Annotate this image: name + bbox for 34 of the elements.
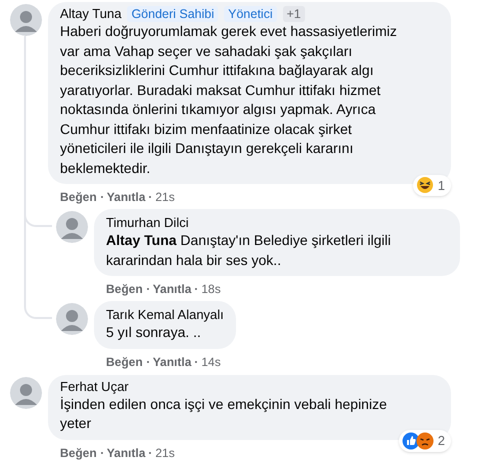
reaction-badge[interactable]: 1 [412,174,451,196]
role-badge: Yönetici [224,6,277,22]
angry-face-icon [416,432,434,450]
author-name[interactable]: Timurhan Dilci [106,215,448,231]
action-link[interactable]: Beğen [106,282,143,296]
timestamp[interactable]: 21s [155,446,175,460]
reaction-count: 2 [438,432,446,450]
reaction-count: 1 [438,176,446,194]
comment-text: Altay Tuna Danıştay'ın Belediye şirketleri ilgili kararindan hala bir ses yok.. [106,231,392,270]
author-name[interactable]: Ferhat Uçar [60,378,129,394]
timestamp[interactable]: 18s [201,282,221,296]
timestamp[interactable]: 21s [155,190,175,204]
reaction-badge[interactable]: 2 [398,430,451,452]
action-link[interactable]: Yanıtla [152,354,192,368]
timestamp[interactable]: 14s [201,354,221,368]
comment-text: İşinden edilen onca işçi ve emekçinin vebali hepinize yeter [60,394,388,433]
action-link[interactable]: Yanıtla [106,446,146,460]
comment-text: 5 yıl sonraya. .. [106,323,202,342]
author-name[interactable]: Altay Tuna [60,6,122,22]
avatar[interactable] [56,211,88,243]
avatar[interactable] [10,4,42,36]
laughing-face-icon [416,176,434,194]
thumbs-up-icon [402,432,420,450]
action-link[interactable]: Beğen [106,354,143,368]
avatar[interactable] [10,376,42,408]
author-name[interactable]: Tarık Kemal Alanyalı [106,307,224,323]
role-badge: Gönderi Sahibi [127,6,218,22]
action-link[interactable]: Yanıtla [106,190,146,204]
action-link[interactable]: Beğen [60,190,97,204]
role-badge: +1 [282,6,305,22]
avatar[interactable] [56,303,88,335]
action-link[interactable]: Yanıtla [152,282,192,296]
comment-text: Haberi doğruyorumlamak gerek evet hassasiyetlerimiz var ama Vahap seçer ve sahadaki şak şakçıları beceriksizliklerini Cumhur ittifakına bağlayarak algı yaratıyorlar. Buradaki maksat Cumhur ittifakı hizmet noktasında önlerini tıkamıyor algısı yapmak. Ayrıca Cumhur ittifakı bizim menfaatinize olacak şirket yöneticileri ile ilgili Danıştayın gerekçeli kararını beklemektedir. [60,22,398,178]
action-link[interactable]: Beğen [60,446,97,460]
